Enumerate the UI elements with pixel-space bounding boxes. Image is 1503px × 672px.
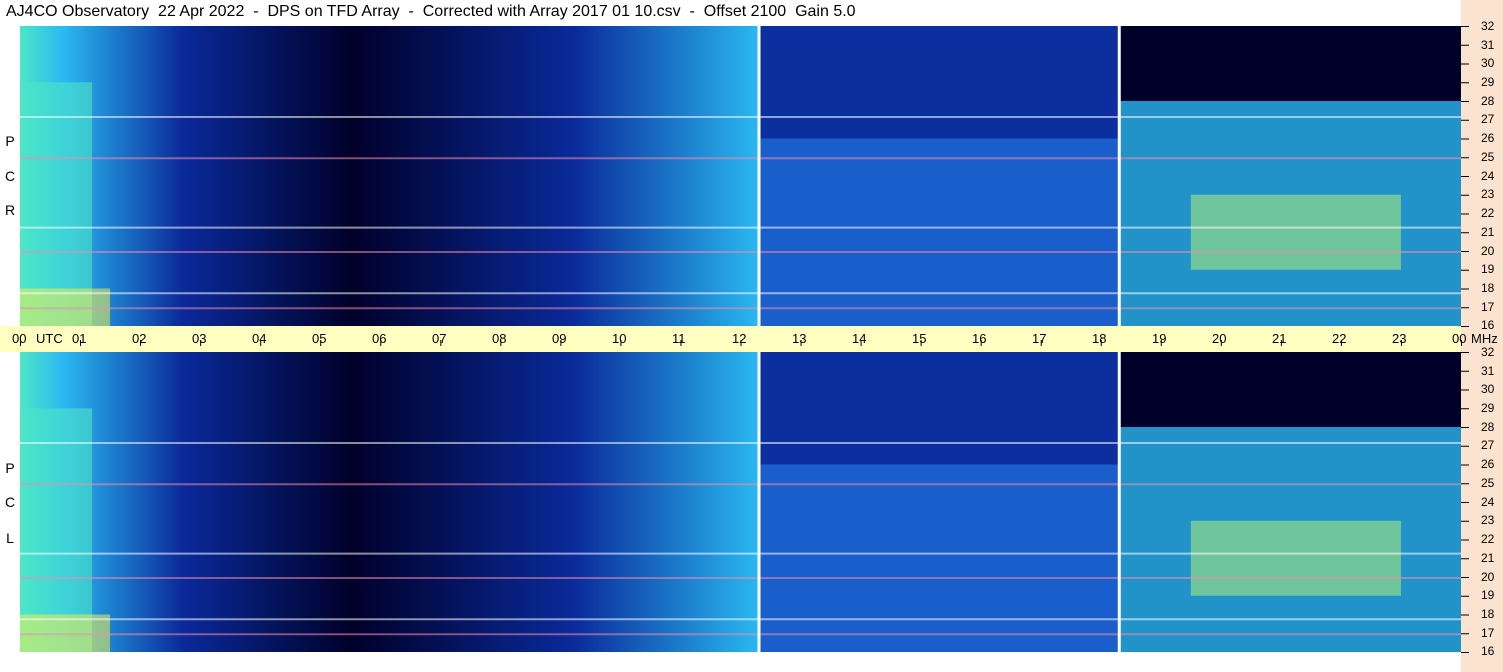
mhz-tick-mark: [1461, 119, 1469, 121]
utc-tick-mark: [620, 340, 622, 346]
interference-band: [20, 157, 1461, 160]
spectrogram-region-afternoon-upper: [758, 26, 1119, 139]
mhz-tick-mark: [1461, 307, 1469, 309]
utc-tick-mark: [1160, 340, 1162, 346]
utc-tick-mark: [380, 340, 382, 346]
utc-tick-mark: [1400, 340, 1402, 346]
utc-tick-mark: [1461, 340, 1462, 346]
mhz-tick-mark: [1461, 157, 1469, 159]
spectrogram-region-evening-upper: [1118, 352, 1461, 427]
mhz-tick-mark: [1461, 652, 1469, 653]
utc-tick-mark: [1340, 340, 1342, 346]
mhz-tick-mark: [1461, 352, 1469, 353]
data-gap-line: [1117, 352, 1121, 652]
spectrogram-overlay: [20, 26, 1469, 653]
utc-tick-mark: [980, 340, 982, 346]
data-gap-line: [1117, 26, 1121, 326]
mhz-tick-mark: [1461, 408, 1469, 410]
mhz-tick-mark: [1461, 389, 1469, 391]
interference-band: [20, 633, 1461, 636]
utc-tick-mark: [80, 340, 82, 346]
mhz-tick-mark: [1461, 520, 1469, 522]
interference-band: [20, 292, 1461, 295]
interference-band: [20, 577, 1461, 579]
utc-tick-mark: [440, 340, 442, 346]
utc-tick-mark: [20, 340, 21, 346]
mhz-tick-mark: [1461, 539, 1469, 541]
utc-tick-mark: [500, 340, 502, 346]
utc-tick-mark: [1280, 340, 1282, 346]
mhz-tick-mark: [1461, 633, 1469, 635]
utc-tick-mark: [320, 340, 322, 346]
spectrogram-region-evening-upper: [1118, 26, 1461, 101]
utc-tick-mark: [1040, 340, 1042, 346]
mhz-tick-mark: [1461, 445, 1469, 447]
mhz-tick-mark: [1461, 427, 1469, 428]
mhz-tick-mark: [1461, 213, 1469, 215]
utc-tick-mark: [1100, 340, 1102, 346]
spectrogram-region-afternoon-upper: [758, 352, 1119, 465]
utc-tick-mark: [200, 340, 202, 346]
spectrogram-region-evening-bright: [1190, 194, 1401, 270]
mhz-tick-mark: [1461, 82, 1469, 84]
utc-tick-mark: [1220, 340, 1222, 346]
data-gap-line: [757, 26, 761, 326]
mhz-tick-mark: [1461, 138, 1469, 140]
mhz-tick-mark: [1461, 502, 1469, 503]
data-gap-line: [757, 352, 761, 652]
mhz-tick-mark: [1461, 63, 1469, 65]
mhz-tick-mark: [1461, 558, 1469, 560]
mhz-tick-mark: [1461, 176, 1469, 177]
mhz-tick-mark: [1461, 101, 1469, 102]
mhz-tick-mark: [1461, 326, 1469, 327]
interference-band: [20, 307, 1461, 310]
mhz-tick-mark: [1461, 232, 1469, 234]
mhz-tick-mark: [1461, 251, 1469, 252]
utc-tick-mark: [800, 340, 802, 346]
interference-band: [20, 552, 1461, 555]
mhz-tick-mark: [1461, 595, 1469, 597]
mhz-tick-mark: [1461, 577, 1469, 578]
spectrogram-region-morning: [20, 26, 759, 326]
mhz-tick-mark: [1461, 26, 1469, 27]
mhz-tick-mark: [1461, 288, 1469, 290]
utc-tick-mark: [860, 340, 862, 346]
utc-tick-mark: [680, 340, 682, 346]
interference-band: [20, 442, 1461, 444]
interference-band: [20, 251, 1461, 253]
interference-band: [20, 483, 1461, 486]
interference-band: [20, 618, 1461, 621]
mhz-tick-mark: [1461, 194, 1469, 196]
utc-tick-mark: [260, 340, 262, 346]
mhz-tick-mark: [1461, 44, 1469, 46]
interference-band: [20, 226, 1461, 229]
spectrogram-region-morning: [20, 352, 759, 652]
utc-tick-mark: [920, 340, 922, 346]
interference-band: [20, 116, 1461, 118]
mhz-tick-mark: [1461, 370, 1469, 372]
mhz-tick-mark: [1461, 614, 1469, 616]
mhz-tick-mark: [1461, 464, 1469, 466]
utc-tick-mark: [740, 340, 742, 346]
utc-tick-mark: [560, 340, 562, 346]
utc-tick-mark: [140, 340, 142, 346]
spectrogram-region-evening-bright: [1190, 520, 1401, 596]
mhz-tick-mark: [1461, 269, 1469, 271]
mhz-tick-mark: [1461, 483, 1469, 485]
